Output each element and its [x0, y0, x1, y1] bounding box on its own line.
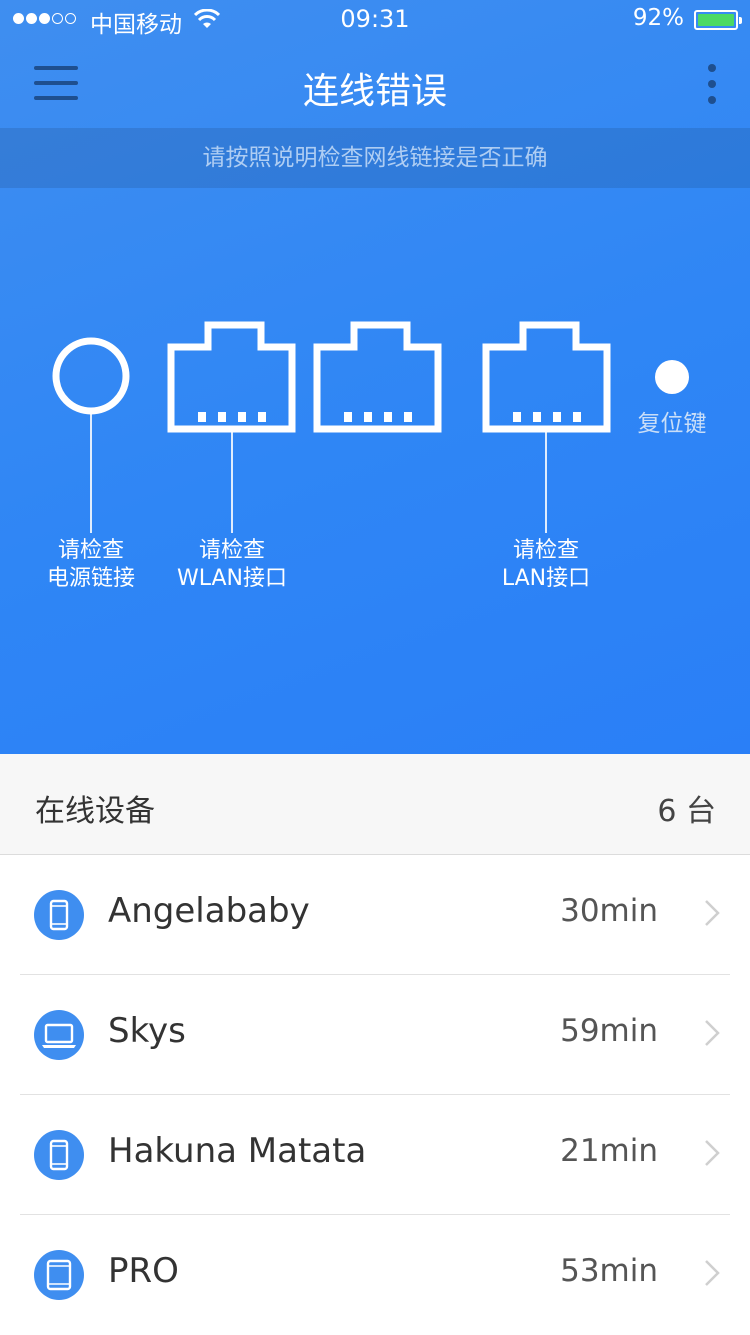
section-title: 在线设备 — [35, 794, 155, 829]
lan-port-icon — [482, 321, 611, 433]
wlan-check-label-line2: WLAN接口 — [176, 566, 288, 591]
laptop-icon — [34, 1010, 84, 1060]
device-name: Hakuna Matata — [108, 1131, 367, 1171]
device-duration: 21min — [560, 1133, 658, 1169]
router-ports-diagram — [52, 321, 611, 533]
power-check-label-line1: 请检查 — [57, 538, 124, 563]
device-name: PRO — [108, 1251, 179, 1291]
power-port-icon — [52, 337, 130, 415]
device-duration: 59min — [560, 1013, 658, 1049]
chevron-right-icon — [705, 1260, 720, 1286]
device-name: Angelababy — [108, 891, 310, 931]
chevron-right-icon — [705, 1020, 720, 1046]
device-duration: 53min — [560, 1253, 658, 1289]
device-name: Skys — [108, 1011, 186, 1051]
reset-button[interactable] — [655, 360, 689, 394]
power-check-label-line2: 电源链接 — [46, 566, 135, 591]
device-row-skys[interactable]: Skys 59min — [0, 975, 750, 1095]
phone-icon — [34, 1130, 84, 1180]
chevron-right-icon — [705, 900, 720, 926]
hero-panel: 中国移动 09:31 92% 连线错误 请按照说明检查网线链接是否正确 请检查 … — [0, 0, 750, 754]
port-icon — [313, 321, 442, 433]
phone-icon — [34, 890, 84, 940]
lan-check-label-line1: 请检查 — [512, 538, 579, 563]
reset-label: 复位键 — [637, 411, 707, 437]
lan-check-label: 请检查 LAN接口 — [466, 537, 626, 593]
wlan-check-label-line1: 请检查 — [198, 538, 265, 563]
devices-section-header: 在线设备 6 台 — [0, 754, 750, 855]
device-row-pro[interactable]: PRO 53min — [0, 1215, 750, 1335]
device-row-hakuna-matata[interactable]: Hakuna Matata 21min — [0, 1095, 750, 1215]
wlan-port-icon — [167, 321, 296, 433]
tablet-icon — [34, 1250, 84, 1300]
device-row-angelababy[interactable]: Angelababy 30min — [0, 855, 750, 975]
device-duration: 30min — [560, 893, 658, 929]
device-count: 6 台 — [657, 794, 716, 829]
lan-check-label-line2: LAN接口 — [501, 566, 591, 591]
power-check-label: 请检查 电源链接 — [11, 537, 171, 593]
chevron-right-icon — [705, 1140, 720, 1166]
wlan-check-label: 请检查 WLAN接口 — [152, 537, 312, 593]
